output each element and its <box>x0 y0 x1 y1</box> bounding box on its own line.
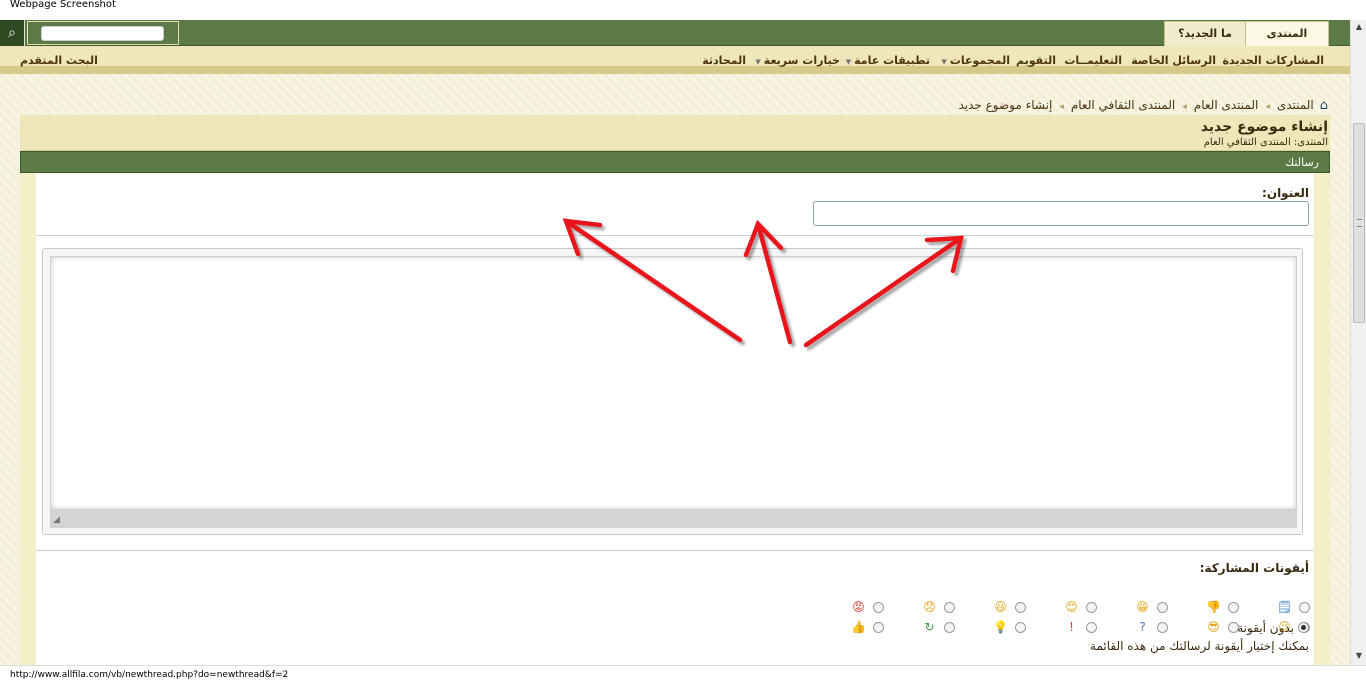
radio-button[interactable] <box>1157 602 1168 613</box>
separator-icon: ◂ <box>1182 102 1187 112</box>
resize-handle-icon[interactable]: ◢ <box>53 515 60 525</box>
post-icon-option[interactable]: 😁 <box>1128 600 1168 616</box>
thumbs-down-icon: 👎 <box>1206 600 1221 614</box>
screenshot-label: Webpage Screenshot <box>10 0 116 10</box>
no-icon-option[interactable]: بدون أيقونة <box>1237 621 1309 635</box>
home-icon[interactable]: ⌂ <box>1320 98 1328 113</box>
arrow-icon: ↻ <box>924 620 935 634</box>
exclamation-icon: ! <box>1069 620 1074 634</box>
scrollbar-thumb[interactable] <box>1353 123 1365 323</box>
post-icons-hint: بمكنك إختيار أيقونة لرسالتك من هذه القائ… <box>1090 639 1309 653</box>
radio-button[interactable] <box>1015 622 1026 633</box>
radio-button[interactable] <box>1298 622 1309 633</box>
grin-icon: 😁 <box>1136 600 1149 614</box>
breadcrumb-item[interactable]: المنتدى الثقافي العام <box>1071 98 1175 112</box>
chevron-down-icon: ▼ <box>941 58 947 66</box>
page-title-box: إنشاء موضوع جديد المنتدى: المنتدى الثقاف… <box>20 115 1330 151</box>
search-input[interactable] <box>41 26 164 41</box>
nav-faq[interactable]: التعليمــات <box>1064 54 1122 67</box>
tab-forum[interactable]: المنتدى <box>1245 21 1329 46</box>
post-icon-option[interactable]: 🗒 <box>1270 600 1310 616</box>
post-icons-label: أيقونات المشاركة: <box>1199 561 1309 575</box>
radio-button[interactable] <box>1086 602 1097 613</box>
post-form-panel: العنوان: ◢ أيقونات المشاركة: 🗒 👎 😁 😊 😃 😞 😡 😉 😎?!… <box>20 173 1330 665</box>
no-icon-label: بدون أيقونة <box>1237 621 1294 635</box>
post-icon-option[interactable]: 💡 <box>986 620 1026 636</box>
radio-button[interactable] <box>944 602 955 613</box>
breadcrumb-current: إنشاء موضوع جديد <box>958 98 1053 112</box>
radio-button[interactable] <box>1157 622 1168 633</box>
status-bar: http://www.allfila.com/vb/newthread.php?… <box>0 665 1366 683</box>
chevron-down-icon: ▼ <box>755 58 761 66</box>
radio-button[interactable] <box>1228 602 1239 613</box>
post-icon-option[interactable]: 😃 <box>986 600 1026 616</box>
radio-button[interactable] <box>1015 602 1026 613</box>
title-label: العنوان: <box>1262 186 1309 200</box>
nav-new-posts[interactable]: المشاركات الجديدة <box>1222 54 1324 67</box>
breadcrumb-item[interactable]: المنتدى <box>1277 98 1314 112</box>
sub-navigation-bar: المشاركات الجديدة الرسائل الخاصة التعليم… <box>0 46 1350 74</box>
cool-icon: 😎 <box>1207 620 1220 634</box>
editor-footer: ◢ <box>50 510 1297 528</box>
scroll-up-icon[interactable]: ▲ <box>1351 22 1366 34</box>
sad-icon: 😞 <box>923 600 936 614</box>
breadcrumb-item[interactable]: المنتدى العام <box>1194 98 1259 112</box>
nav-general-apps[interactable]: تطبيقات عامة▼ <box>846 54 930 67</box>
separator-icon: ◂ <box>1059 102 1064 112</box>
search-box <box>27 21 179 45</box>
top-navigation-bar: ⌕ ما الجديد؟ المنتدى <box>0 20 1350 46</box>
thumbs-up-icon: 👍 <box>851 620 866 634</box>
radio-button[interactable] <box>1299 602 1310 613</box>
nav-general-apps-label: تطبيقات عامة <box>854 54 930 67</box>
status-url: http://www.allfila.com/vb/newthread.php?… <box>10 670 289 680</box>
nav-chat[interactable]: المحادثة <box>702 54 746 67</box>
post-icon-option[interactable]: 😎 <box>1199 620 1239 636</box>
panel-header-label: رسالتك <box>1285 156 1319 169</box>
happy-icon: 😃 <box>994 600 1007 614</box>
search-icon[interactable]: ⌕ <box>0 20 25 46</box>
page-title: إنشاء موضوع جديد <box>1200 119 1328 135</box>
scroll-down-icon[interactable]: ▼ <box>1351 651 1366 663</box>
post-icon-option[interactable]: 👍 <box>844 620 884 636</box>
chevron-down-icon: ▼ <box>845 58 852 66</box>
post-icon-option[interactable]: ↻ <box>915 620 955 636</box>
question-icon: ? <box>1139 620 1146 634</box>
divider <box>36 550 1314 551</box>
post-icon-option[interactable]: 👎 <box>1199 600 1239 616</box>
nav-private-messages[interactable]: الرسائل الخاصة <box>1131 54 1216 67</box>
post-icon-option[interactable]: 😊 <box>1057 600 1097 616</box>
tab-whats-new[interactable]: ما الجديد؟ <box>1164 21 1246 46</box>
post-icon-option[interactable]: ! <box>1057 620 1097 636</box>
nav-quick-options[interactable]: خيارات سريعة▼ <box>755 54 840 67</box>
nav-groups[interactable]: المجموعات▼ <box>941 54 1010 67</box>
radio-button[interactable] <box>944 622 955 633</box>
post-icon-option[interactable]: 😞 <box>915 600 955 616</box>
vertical-scrollbar[interactable]: ▲ ▼ <box>1350 20 1366 665</box>
separator-icon: ◂ <box>1265 102 1270 112</box>
title-input[interactable] <box>813 201 1309 226</box>
divider <box>36 235 1314 236</box>
angry-icon: 😡 <box>852 600 865 614</box>
grip-icon <box>1357 219 1362 227</box>
post-icon-option[interactable]: 😡 <box>844 600 884 616</box>
page-subtitle: المنتدى: المنتدى الثقافي العام <box>1203 137 1328 148</box>
nav-quick-options-label: خيارات سريعة <box>763 54 840 67</box>
radio-button[interactable] <box>873 622 884 633</box>
page: ⌕ ما الجديد؟ المنتدى المشاركات الجديدة ا… <box>0 20 1350 665</box>
radio-button[interactable] <box>1086 622 1097 633</box>
nav-calendar[interactable]: التقويم <box>1016 54 1056 67</box>
message-editor: ◢ <box>42 248 1303 535</box>
nav-advanced-search[interactable]: البحث المتقدم <box>20 54 98 67</box>
smile-icon: 😊 <box>1065 600 1078 614</box>
page-icon: 🗒 <box>1277 600 1293 614</box>
panel-header: رسالتك <box>20 151 1330 173</box>
nav-groups-label: المجموعات <box>949 54 1010 67</box>
breadcrumb: ⌂ المنتدى ◂ المنتدى العام ◂ المنتدى الثقافي ا… <box>958 98 1328 113</box>
lightbulb-icon: 💡 <box>993 620 1008 634</box>
post-icon-option[interactable]: ? <box>1128 620 1168 636</box>
radio-button[interactable] <box>873 602 884 613</box>
message-textarea[interactable] <box>50 256 1297 510</box>
